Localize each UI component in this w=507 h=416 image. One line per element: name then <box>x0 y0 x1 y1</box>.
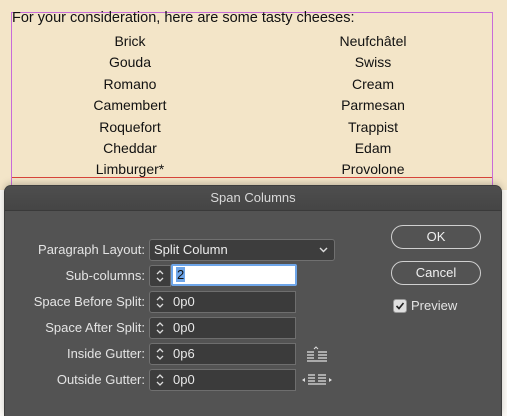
list-item[interactable]: Romano <box>60 74 200 95</box>
inside-gutter-label: Inside Gutter: <box>66 346 145 361</box>
sub-columns-value: 2 <box>176 267 186 282</box>
paragraph-layout-value: Split Column <box>154 242 228 257</box>
preview-checkbox[interactable] <box>393 299 407 313</box>
space-after-split-label: Space After Split: <box>45 320 145 335</box>
inside-gutter-input[interactable]: 0p6 <box>170 343 296 365</box>
space-after-split-input[interactable]: 0p0 <box>170 317 296 339</box>
paragraph-layout-label: Paragraph Layout: <box>38 242 145 257</box>
dialog-title[interactable]: Span Columns <box>5 186 501 211</box>
cancel-button[interactable]: Cancel <box>391 261 481 285</box>
list-item[interactable]: Trappist <box>303 117 443 138</box>
list-item[interactable]: Cream <box>303 74 443 95</box>
sub-columns-input[interactable]: 2 <box>171 264 297 286</box>
stepper-arrows-icon[interactable] <box>149 343 171 365</box>
span-columns-dialog: Span Columns Paragraph Layout: Split Col… <box>5 186 501 416</box>
list-item[interactable]: Roquefort <box>60 117 200 138</box>
text-frame-right-edge <box>492 12 493 190</box>
paragraph-layout-select[interactable]: Split Column <box>149 239 335 261</box>
ok-button[interactable]: OK <box>391 225 481 249</box>
list-item[interactable]: Gouda <box>60 52 200 73</box>
stepper-arrows-icon[interactable] <box>149 317 171 339</box>
inside-gutter-row: Inside Gutter: 0p6 <box>5 343 345 365</box>
list-item[interactable]: Swiss <box>303 52 443 73</box>
list-item[interactable]: Brick <box>60 31 200 52</box>
stepper-arrows-icon[interactable] <box>149 369 171 391</box>
paragraph-layout-row: Paragraph Layout: Split Column <box>5 239 345 261</box>
outside-gutter-input[interactable]: 0p0 <box>170 369 296 391</box>
list-item[interactable]: Neufchâtel <box>303 31 443 52</box>
list-item[interactable]: Cheddar <box>60 138 200 159</box>
stepper-arrows-icon[interactable] <box>149 291 171 313</box>
list-item[interactable]: Camembert <box>60 95 200 116</box>
space-before-split-label: Space Before Split: <box>33 294 145 309</box>
text-frame-bottom-guide <box>12 177 492 178</box>
text-frame-left-edge <box>11 12 12 190</box>
cheese-column-right: Neufchâtel Swiss Cream Parmesan Trappist… <box>303 31 443 181</box>
inside-gutter-icon <box>305 346 329 367</box>
preview-label: Preview <box>411 298 458 313</box>
intro-paragraph[interactable]: For your consideration, here are some ta… <box>12 10 355 26</box>
space-before-split-row: Space Before Split: 0p0 <box>5 291 345 313</box>
outside-gutter-label: Outside Gutter: <box>56 372 145 387</box>
chevron-down-icon <box>319 240 328 267</box>
outside-gutter-icon <box>301 372 333 393</box>
document-page: For your consideration, here are some ta… <box>0 0 507 190</box>
space-before-split-input[interactable]: 0p0 <box>170 291 296 313</box>
sub-columns-label: Sub-columns: <box>65 268 145 283</box>
space-after-split-row: Space After Split: 0p0 <box>5 317 345 339</box>
stepper-arrows-icon[interactable] <box>149 265 171 287</box>
sub-columns-row: Sub-columns: 2 <box>5 264 345 287</box>
outside-gutter-row: Outside Gutter: 0p0 <box>5 369 345 391</box>
cheese-column-left: Brick Gouda Romano Camembert Roquefort C… <box>60 31 200 181</box>
list-item[interactable]: Edam <box>303 138 443 159</box>
list-item[interactable]: Parmesan <box>303 95 443 116</box>
checkmark-icon <box>395 302 405 310</box>
